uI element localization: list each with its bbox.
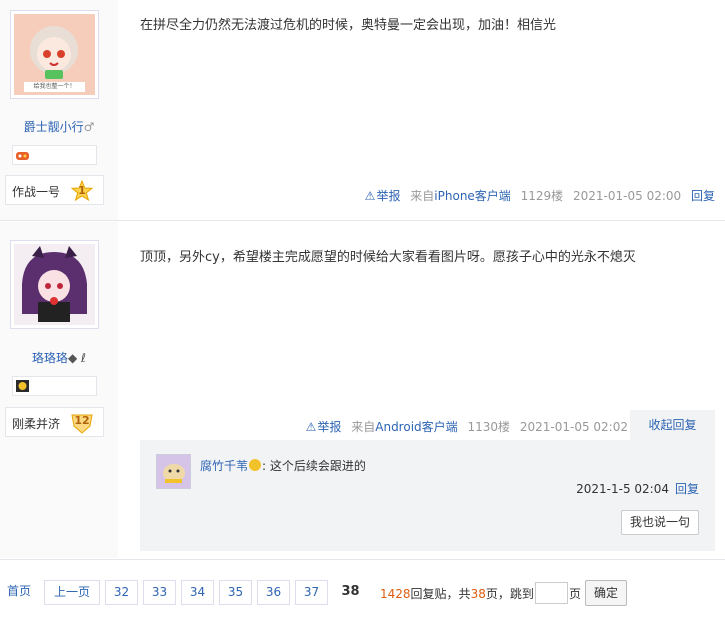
confirm-jump-button[interactable]: 确定 <box>585 580 627 606</box>
level-shield-icon: 12 <box>71 412 93 434</box>
level-number: 1 <box>78 184 86 197</box>
post-1130: 珞珞珞◆ ℓ 刚柔并济 12 顶顶，另外cy，希望楼主完成愿望的时候给大家看看图… <box>0 222 725 558</box>
prev-page-button[interactable]: 上一页 <box>44 580 100 605</box>
username-row: 珞珞珞◆ ℓ <box>0 349 118 366</box>
post-tail: ⚠举报 来自Android客户端 1130楼 2021-01-05 02:02 <box>300 418 628 435</box>
avatar[interactable] <box>10 240 99 329</box>
username-link[interactable]: 珞珞珞 <box>32 351 68 365</box>
user-level[interactable]: 刚柔并济 12 <box>5 407 104 437</box>
level-number: 12 <box>74 414 90 427</box>
post-tail: ⚠举报 来自iPhone客户端 1129楼 2021-01-05 02:00 回… <box>359 187 715 204</box>
avatar[interactable]: 给我也整一个！ <box>10 10 99 99</box>
sub-reply-time: 2021-1-5 02:04 <box>576 482 669 496</box>
source-client-link[interactable]: iPhone客户端 <box>434 189 511 203</box>
level-name: 作战一号 <box>12 185 61 199</box>
level-star-icon: 1 <box>70 179 94 202</box>
post-source: 来自Android客户端 <box>351 420 458 434</box>
post-1129: 给我也整一个！ 爵士靓小行♂ 作战一号 1 在拼尽全力仍然无法渡过危机的时候，奥… <box>0 0 725 221</box>
total-replies: 1428 <box>380 587 411 601</box>
post-time: 2021-01-05 02:00 <box>573 189 682 203</box>
jump-page-input[interactable] <box>535 582 568 604</box>
username-suffix: ◆ ℓ <box>68 351 86 365</box>
post-content: 在拼尽全力仍然无法渡过危机的时候，奥特曼一定会出现，加油！相信光 <box>140 18 557 33</box>
source-client-link[interactable]: Android客户端 <box>375 420 457 434</box>
total-pages: 38 <box>470 587 486 601</box>
collapse-replies-button[interactable]: 收起回复 <box>630 410 715 440</box>
user-badge[interactable] <box>12 145 97 165</box>
page-link[interactable]: 34 <box>181 580 214 605</box>
page-link[interactable]: 37 <box>295 580 328 605</box>
pagination: 首页 上一页 32 33 34 35 36 37 38 1428回复贴，共38页… <box>0 559 725 623</box>
gender-icon: ♂ <box>83 120 95 134</box>
floor-number: 1130楼 <box>467 420 511 434</box>
username-link[interactable]: 爵士靓小行 <box>24 120 84 134</box>
user-level[interactable]: 作战一号 1 <box>5 175 104 205</box>
report-button[interactable]: ⚠举报 <box>365 189 401 203</box>
sub-reply-username[interactable]: 腐竹千苇 <box>200 459 248 473</box>
report-button[interactable]: ⚠举报 <box>306 420 342 434</box>
page-link[interactable]: 35 <box>219 580 252 605</box>
sub-reply-reply-link[interactable]: 回复 <box>675 482 699 496</box>
post-content: 顶顶，另外cy，希望楼主完成愿望的时候给大家看看图片呀。愿孩子心中的光永不熄灭 <box>140 250 636 265</box>
page-info: 1428回复贴，共38页，跳到 <box>380 585 534 602</box>
say-something-button[interactable]: 我也说一句 <box>621 510 699 535</box>
avatar-image <box>14 244 95 325</box>
avatar-caption: 给我也整一个！ <box>33 83 76 90</box>
sun-badge-icon <box>16 380 29 392</box>
post-source: 来自iPhone客户端 <box>410 189 511 203</box>
user-sidebar: 给我也整一个！ 爵士靓小行♂ 作战一号 1 <box>0 0 118 220</box>
sub-reply-text: : 这个后续会跟进的 <box>262 459 366 473</box>
user-badge[interactable] <box>12 376 97 396</box>
floor-number: 1129楼 <box>520 189 564 203</box>
emoji-icon <box>249 459 262 471</box>
sub-reply-avatar[interactable] <box>156 454 191 489</box>
user-sidebar: 珞珞珞◆ ℓ 刚柔并济 12 <box>0 222 118 558</box>
sub-reply-text-row: 腐竹千苇 : 这个后续会跟进的 <box>200 457 366 474</box>
page-link[interactable]: 33 <box>143 580 176 605</box>
current-page: 38 <box>334 580 367 605</box>
jump-label: 跳到 <box>509 587 534 601</box>
level-name: 刚柔并济 <box>12 417 61 431</box>
replies-label: 回复贴，共 <box>410 587 471 601</box>
post-time: 2021-01-05 02:02 <box>519 420 628 434</box>
avatar-image <box>157 455 190 488</box>
warning-icon: ⚠ <box>305 420 317 434</box>
sub-reply-panel: 腐竹千苇 : 这个后续会跟进的 2021-1-5 02:04 回复 我也说一句 <box>140 440 715 551</box>
page-unit: 页 <box>569 587 582 601</box>
page-link[interactable]: 36 <box>257 580 290 605</box>
sub-reply-meta: 2021-1-5 02:04 回复 <box>576 480 699 497</box>
reply-link[interactable]: 回复 <box>691 189 715 203</box>
warning-icon: ⚠ <box>364 189 376 203</box>
username-row: 爵士靓小行♂ <box>0 118 118 135</box>
gamepad-badge-icon <box>16 152 29 160</box>
page-link[interactable]: 32 <box>105 580 138 605</box>
first-page-link[interactable]: 首页 <box>0 580 38 605</box>
pages-label: 页， <box>485 587 510 601</box>
